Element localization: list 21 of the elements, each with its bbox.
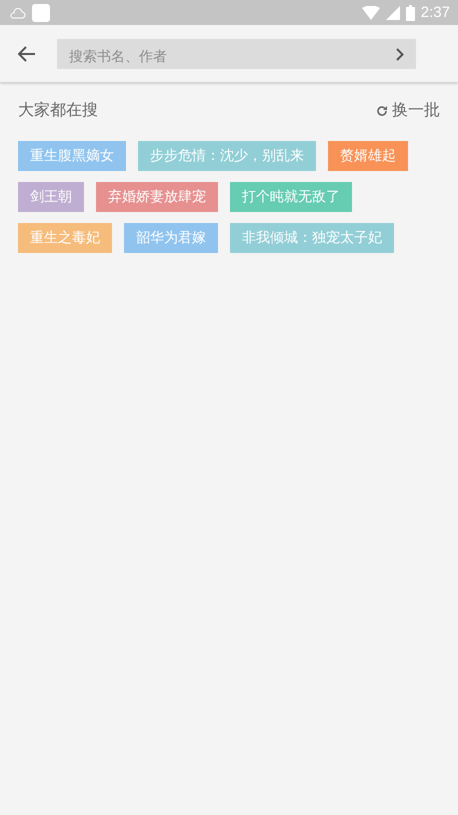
clock: 2:37: [420, 4, 450, 21]
search-tag[interactable]: 剑王朝: [18, 182, 84, 212]
refresh-icon: [376, 104, 388, 116]
search-tag[interactable]: 非我倾城：独宠太子妃: [230, 223, 394, 253]
back-icon[interactable]: [18, 46, 36, 62]
chevron-right-icon[interactable]: [396, 48, 404, 60]
refresh-button[interactable]: 换一批: [376, 100, 440, 121]
search-tag[interactable]: 打个盹就无敌了: [230, 182, 352, 212]
search-tag[interactable]: 重生之毒妃: [18, 223, 112, 253]
search-tag[interactable]: 弃婚娇妻放肆宠: [96, 182, 218, 212]
notification-icon: [32, 4, 50, 22]
weather-icon: [10, 6, 26, 20]
search-field[interactable]: 搜索书名、作者: [57, 38, 416, 68]
search-tag[interactable]: 重生腹黑嫡女: [18, 141, 126, 171]
wifi-icon: [362, 6, 380, 20]
search-tag[interactable]: 赘婿雄起: [328, 141, 408, 171]
battery-icon: [406, 4, 415, 20]
signal-icon: [386, 6, 400, 20]
section-title: 大家都在搜: [18, 100, 98, 121]
search-tag[interactable]: 步步危情：沈少，别乱来: [138, 141, 316, 171]
search-tag[interactable]: 韶华为君嫁: [124, 223, 218, 253]
